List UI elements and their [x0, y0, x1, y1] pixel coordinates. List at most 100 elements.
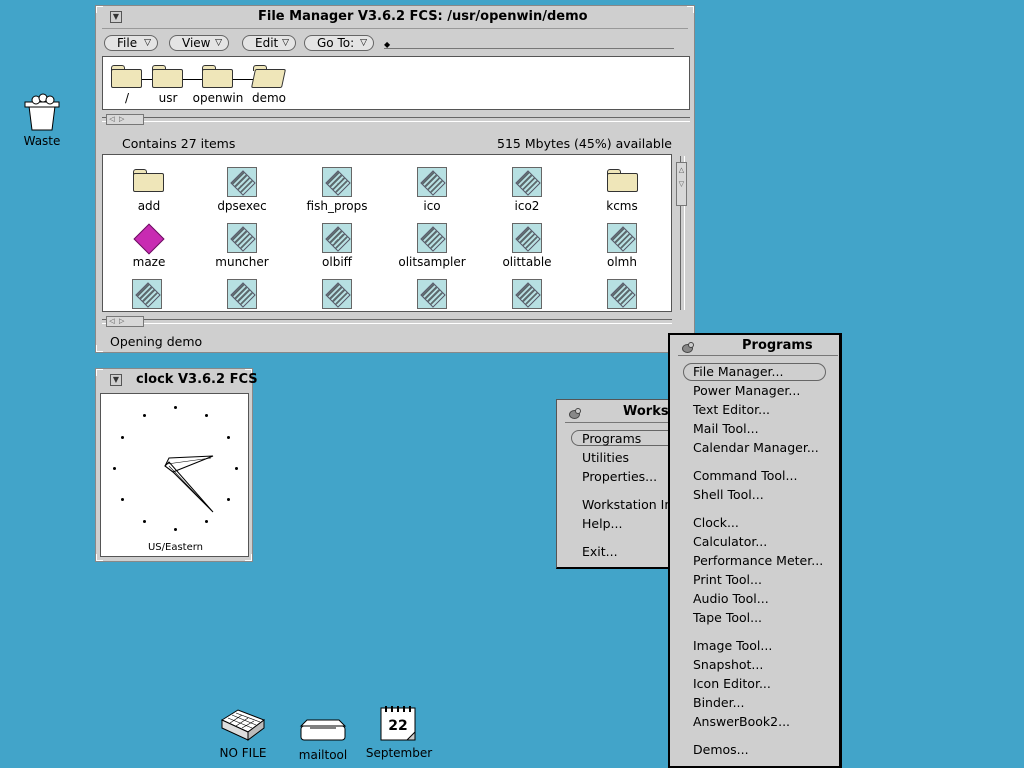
menu-item-calculator[interactable]: Calculator... — [693, 534, 767, 549]
path-segment[interactable]: demo — [219, 91, 319, 105]
application-icon[interactable] — [322, 279, 352, 309]
menu-item-workstation-info[interactable]: Workstation In — [582, 497, 672, 512]
resize-corner[interactable] — [96, 6, 103, 13]
application-icon[interactable] — [512, 167, 542, 197]
scroll-arrows[interactable]: ◁ ▷ — [106, 114, 144, 125]
chevron-down-icon: ▽ — [215, 38, 222, 48]
folder-icon[interactable] — [111, 65, 142, 88]
file-manager-window: ▼ File Manager V3.6.2 FCS: /usr/openwin/… — [95, 5, 695, 353]
window-title: File Manager V3.6.2 FCS: /usr/openwin/de… — [258, 9, 588, 24]
resize-corner[interactable] — [96, 345, 103, 352]
application-icon[interactable] — [417, 167, 447, 197]
file-item-label[interactable]: fish_props — [287, 199, 387, 213]
grid-scrollbar[interactable]: ◁ ▷ — [102, 316, 672, 327]
application-icon[interactable] — [322, 167, 352, 197]
chevron-down-icon: ▽ — [282, 38, 289, 48]
clock-face: US/Eastern — [100, 393, 249, 557]
menu-item-utilities[interactable]: Utilities — [582, 450, 629, 465]
folder-icon[interactable] — [133, 169, 164, 192]
menu-item-help[interactable]: Help... — [582, 516, 622, 531]
resize-corner[interactable] — [687, 6, 694, 13]
dock-label: NO FILE — [219, 746, 267, 760]
application-icon[interactable] — [322, 223, 352, 253]
pushpin-icon[interactable] — [569, 407, 581, 419]
goto-input[interactable]: ◆ — [384, 40, 674, 49]
menu-item-performance-meter[interactable]: Performance Meter... — [693, 553, 823, 568]
application-icon[interactable] — [227, 167, 257, 197]
folder-icon[interactable] — [152, 65, 183, 88]
application-icon[interactable] — [417, 279, 447, 309]
dock-icon-mailtool[interactable]: mailtool — [294, 716, 352, 766]
edit-menu-label: Edit — [255, 36, 279, 50]
vertical-scrollbar[interactable]: △ ▽ — [676, 156, 687, 310]
file-item-label[interactable]: olitsampler — [382, 255, 482, 269]
window-menu-button[interactable]: ▼ — [110, 374, 122, 386]
dock-icon-nofile[interactable]: NO FILE — [215, 706, 271, 766]
folder-icon[interactable] — [202, 65, 233, 88]
waste-icon[interactable]: Waste — [20, 92, 64, 150]
edit-menu-button[interactable]: Edit ▽ — [242, 35, 296, 51]
menu-item-properties[interactable]: Properties... — [582, 469, 657, 484]
application-icon[interactable] — [227, 279, 257, 309]
waste-label: Waste — [23, 134, 61, 148]
menu-item-icon-editor[interactable]: Icon Editor... — [693, 676, 771, 691]
menu-item-audio-tool[interactable]: Audio Tool... — [693, 591, 769, 606]
mail-tray-icon — [299, 719, 347, 741]
goto-menu-button[interactable]: Go To: ▽ — [304, 35, 374, 51]
menu-item-exit[interactable]: Exit... — [582, 544, 618, 559]
menu-item-demos[interactable]: Demos... — [693, 742, 749, 757]
application-icon[interactable] — [607, 223, 637, 253]
menu-item-snapshot[interactable]: Snapshot... — [693, 657, 763, 672]
keyboard-icon — [220, 709, 266, 741]
menu-item-clock[interactable]: Clock... — [693, 515, 739, 530]
menu-item-file-manager[interactable]: File Manager... — [693, 364, 783, 379]
maze-icon[interactable] — [133, 223, 163, 253]
menu-item-tape-tool[interactable]: Tape Tool... — [693, 610, 762, 625]
menu-item-image-tool[interactable]: Image Tool... — [693, 638, 772, 653]
menu-title: Works — [623, 404, 669, 419]
dock-icon-calendar[interactable]: 22 September — [364, 704, 434, 766]
menu-item-calendar-manager[interactable]: Calendar Manager... — [693, 440, 819, 455]
view-menu-button[interactable]: View ▽ — [169, 35, 229, 51]
trash-can-icon — [24, 93, 60, 131]
application-icon[interactable] — [132, 279, 162, 309]
application-icon[interactable] — [607, 279, 637, 309]
scroll-arrows[interactable]: ◁ ▷ — [106, 316, 144, 327]
file-menu-button[interactable]: File ▽ — [104, 35, 158, 51]
path-scrollbar[interactable]: ◁ ▷ — [102, 114, 690, 125]
scroll-elevator[interactable]: △ ▽ — [676, 162, 687, 206]
menu-item-command-tool[interactable]: Command Tool... — [693, 468, 797, 483]
window-menu-button[interactable]: ▼ — [110, 11, 122, 23]
folder-icon[interactable] — [607, 169, 638, 192]
menu-item-power-manager[interactable]: Power Manager... — [693, 383, 800, 398]
menu-item-answerbook2[interactable]: AnswerBook2... — [693, 714, 790, 729]
application-icon[interactable] — [512, 279, 542, 309]
file-item-label[interactable]: kcms — [572, 199, 671, 213]
pushpin-icon[interactable] — [682, 341, 694, 353]
menu-item-shell-tool[interactable]: Shell Tool... — [693, 487, 764, 502]
file-item-label[interactable]: maze — [103, 255, 199, 269]
menu-item-binder[interactable]: Binder... — [693, 695, 745, 710]
menu-item-mail-tool[interactable]: Mail Tool... — [693, 421, 759, 436]
application-icon[interactable] — [227, 223, 257, 253]
menu-item-programs-label[interactable]: Programs — [582, 431, 641, 446]
file-item-label[interactable]: ico2 — [477, 199, 577, 213]
file-item-label[interactable]: muncher — [192, 255, 292, 269]
workspace-menu: Works Programs Utilities Properties... W… — [556, 399, 701, 569]
chevron-down-icon: ▽ — [144, 38, 151, 48]
file-item-label[interactable]: ico — [382, 199, 482, 213]
status-footer: Opening demo — [110, 334, 203, 349]
file-item-label[interactable]: olmh — [572, 255, 671, 269]
clock-window: ▼ clock V3.6.2 FCS US/Eastern — [95, 368, 258, 562]
file-item-label[interactable]: add — [103, 199, 199, 213]
menu-item-print-tool[interactable]: Print Tool... — [693, 572, 762, 587]
menu-item-text-editor[interactable]: Text Editor... — [693, 402, 770, 417]
file-item-label[interactable]: dpsexec — [192, 199, 292, 213]
application-icon[interactable] — [417, 223, 447, 253]
file-item-label[interactable]: olbiff — [287, 255, 387, 269]
open-folder-icon[interactable] — [250, 65, 287, 88]
file-item-label[interactable]: olittable — [477, 255, 577, 269]
application-icon[interactable] — [512, 223, 542, 253]
chevron-down-icon: ▽ — [360, 38, 367, 48]
goto-menu-label: Go To: — [317, 36, 355, 50]
